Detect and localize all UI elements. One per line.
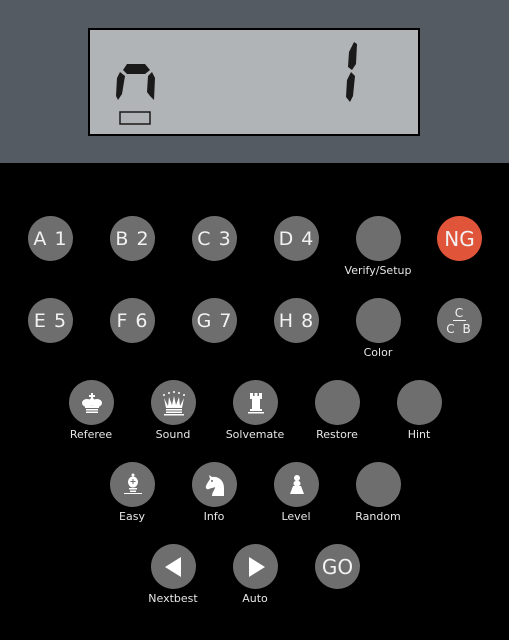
go-button[interactable]: GO <box>315 544 360 589</box>
random-label: Random <box>355 510 401 523</box>
button-d4[interactable]: D 4 <box>274 216 319 261</box>
solvemate-button[interactable] <box>233 380 278 425</box>
auto-button[interactable] <box>233 544 278 589</box>
button-a1-label: A 1 <box>33 227 68 250</box>
segment-upper-left <box>116 72 125 100</box>
easy-button[interactable] <box>110 462 155 507</box>
random-button[interactable] <box>356 462 401 507</box>
king-icon <box>81 392 102 413</box>
rook-icon <box>247 392 264 413</box>
level-label: Level <box>281 510 311 523</box>
lcd-display <box>88 28 420 136</box>
level-button[interactable] <box>274 462 319 507</box>
sound-label: Sound <box>155 428 191 441</box>
segment-upper-right <box>147 72 155 100</box>
segment-top <box>123 64 150 74</box>
sound-button[interactable] <box>151 380 196 425</box>
verify-setup-label: Verify/Setup <box>344 264 412 277</box>
verify-setup-button[interactable] <box>356 216 401 261</box>
auto-label: Auto <box>242 592 268 605</box>
display-panel <box>0 0 509 163</box>
go-label: GO <box>321 554 354 579</box>
hint-button[interactable] <box>397 380 442 425</box>
button-b2[interactable]: B 2 <box>110 216 155 261</box>
button-c3[interactable]: C 3 <box>192 216 237 261</box>
fraction-bottom: C B <box>446 321 473 336</box>
button-g7-label: G 7 <box>196 309 233 332</box>
button-c3-label: C 3 <box>197 227 232 250</box>
bishop-icon <box>123 473 142 494</box>
info-label: Info <box>203 510 225 523</box>
clear-board-button[interactable]: C C B <box>437 298 482 343</box>
button-d4-label: D 4 <box>278 227 315 250</box>
right-arrow-icon <box>248 556 265 577</box>
left-arrow-icon <box>164 556 181 577</box>
referee-button[interactable] <box>69 380 114 425</box>
fraction-top: C <box>452 305 467 321</box>
button-a1[interactable]: A 1 <box>28 216 73 261</box>
nextbest-button[interactable] <box>151 544 196 589</box>
solvemate-label: Solvemate <box>225 428 285 441</box>
easy-label: Easy <box>119 510 145 523</box>
color-button[interactable] <box>356 298 401 343</box>
pawn-icon <box>289 474 304 494</box>
referee-label: Referee <box>69 428 113 441</box>
queen-icon <box>162 390 185 415</box>
knight-icon <box>205 474 224 496</box>
lcd-underscore-indicator <box>119 111 151 125</box>
restore-button[interactable] <box>315 380 360 425</box>
button-g7[interactable]: G 7 <box>192 298 237 343</box>
button-h8[interactable]: H 8 <box>274 298 319 343</box>
hint-label: Hint <box>407 428 431 441</box>
button-e5-label: E 5 <box>33 309 68 332</box>
button-f6[interactable]: F 6 <box>110 298 155 343</box>
button-h8-label: H 8 <box>278 309 315 332</box>
button-f6-label: F 6 <box>116 309 149 332</box>
new-game-button[interactable]: NG <box>437 216 482 261</box>
nextbest-label: Nextbest <box>148 592 198 605</box>
button-b2-label: B 2 <box>115 227 150 250</box>
segment-upper-right <box>348 42 357 70</box>
segment-lower-right <box>346 72 355 102</box>
restore-label: Restore <box>316 428 358 441</box>
lcd-digit-left <box>116 64 155 100</box>
button-e5[interactable]: E 5 <box>28 298 73 343</box>
info-button[interactable] <box>192 462 237 507</box>
new-game-label: NG <box>444 226 475 251</box>
clear-board-fraction: C C B <box>446 307 472 335</box>
lcd-digit-right <box>346 42 357 102</box>
color-label: Color <box>363 346 393 359</box>
